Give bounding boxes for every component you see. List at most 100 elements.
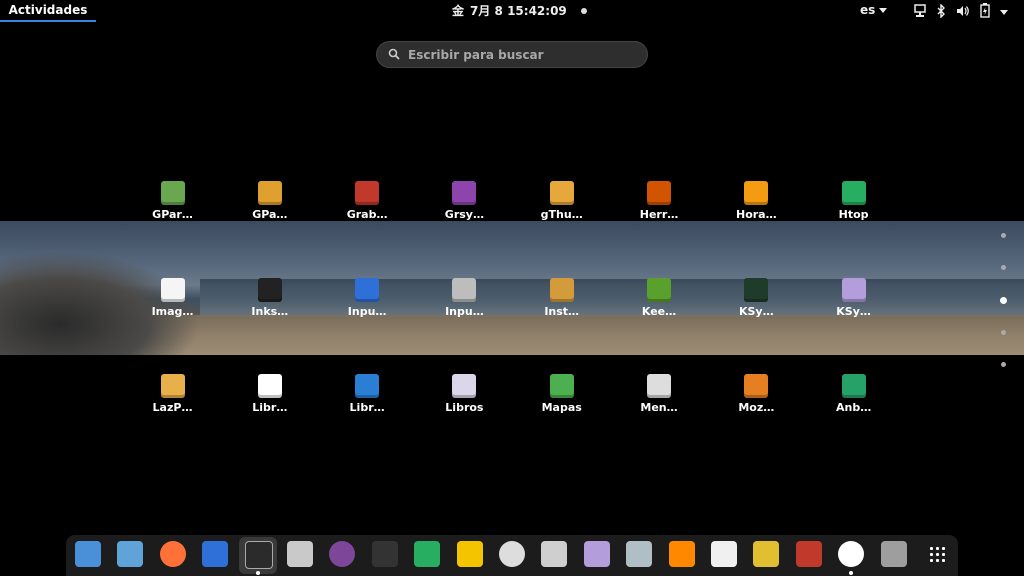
activities-button[interactable]: Actividades <box>0 0 96 22</box>
recorder-icon <box>355 181 380 205</box>
app-grid-item[interactable]: Grsy… <box>416 176 513 230</box>
app-grid-item[interactable]: Hora… <box>708 176 805 230</box>
stamp-tool-icon[interactable] <box>626 541 653 567</box>
app-grid-item[interactable]: Htop <box>805 176 902 230</box>
thunderbird-icon[interactable] <box>202 541 229 567</box>
inkscape-icon <box>257 277 282 302</box>
app-grid-item[interactable]: KSy… <box>805 273 902 327</box>
app-label: gThu… <box>540 208 583 221</box>
bluetooth-icon <box>936 3 946 22</box>
ksysguard-icon <box>744 277 769 302</box>
app-grid-item[interactable]: Anb… <box>805 369 902 423</box>
image-viewer-icon[interactable] <box>287 541 313 567</box>
app-label: Inst… <box>544 304 580 318</box>
page-dot[interactable] <box>1001 233 1006 238</box>
app-label: KSy… <box>836 304 871 318</box>
android-icon <box>841 374 866 398</box>
ksystemlog-icon[interactable] <box>583 541 610 567</box>
package-manager-icon[interactable] <box>795 541 822 567</box>
running-indicator <box>255 571 260 575</box>
software-store-icon[interactable] <box>75 541 101 567</box>
app-label: Moz… <box>738 401 775 414</box>
menu-editor-icon <box>647 374 671 398</box>
app-grid-item[interactable]: Inks… <box>221 273 318 327</box>
app-grid-item[interactable]: Herr… <box>611 176 708 230</box>
app-label: Libr… <box>349 401 385 414</box>
clock-day: 金 <box>452 3 465 18</box>
volume-icon <box>956 3 970 22</box>
vlc-icon[interactable] <box>668 541 695 567</box>
trash-icon[interactable] <box>880 541 907 567</box>
app-grid-item[interactable]: GPa… <box>221 176 318 230</box>
app-label: LazP… <box>152 401 193 414</box>
system-monitor-icon[interactable] <box>371 541 398 567</box>
grid-dot <box>942 547 945 550</box>
clock-app-icon <box>744 181 769 205</box>
app-grid-item[interactable]: Libr… <box>221 369 318 423</box>
language-menu[interactable]: es <box>860 0 888 21</box>
app-grid-item[interactable]: Inpu… <box>416 273 513 327</box>
grid-dot <box>930 559 933 562</box>
app-label: Kee… <box>641 304 677 318</box>
app-grid-item[interactable]: Imag… <box>124 273 221 327</box>
system-menu[interactable] <box>914 3 1008 22</box>
text-editor-icon[interactable] <box>456 541 483 567</box>
gthumb-icon <box>549 181 574 205</box>
app-label: GPa… <box>252 208 288 221</box>
app-label: KSy… <box>738 304 774 318</box>
app-grid-item[interactable]: Men… <box>611 369 708 423</box>
app-grid-item[interactable]: LazP… <box>124 369 221 423</box>
app-label: Anb… <box>835 401 872 414</box>
app-grid-item[interactable]: Libros <box>416 369 513 423</box>
notification-dot <box>580 8 587 14</box>
cleaner-icon[interactable] <box>753 541 780 567</box>
image-viewer-icon <box>160 277 185 302</box>
htop-icon <box>841 181 866 205</box>
htop-icon[interactable] <box>414 541 441 567</box>
app-label: Imag… <box>151 304 194 318</box>
page-dot[interactable] <box>1000 296 1007 304</box>
grid-dot <box>930 547 933 550</box>
app-label: Inks… <box>251 304 289 318</box>
tor-browser-icon[interactable] <box>329 541 356 567</box>
network-icon <box>914 3 926 22</box>
clock-button[interactable]: 金 7月 8 15:42:09 <box>452 0 587 22</box>
libreoffice-icon <box>257 374 282 398</box>
page-dot[interactable] <box>1001 329 1006 335</box>
toggle-app-icon[interactable] <box>711 541 737 567</box>
settings-gear-icon[interactable] <box>499 541 525 567</box>
app-label: GPar… <box>152 208 193 221</box>
firefox-icon[interactable] <box>159 541 186 567</box>
screenshot-app-icon[interactable] <box>117 541 144 567</box>
maps-icon <box>549 374 574 398</box>
app-grid-item[interactable]: Mapas <box>513 369 610 423</box>
circle-app-icon[interactable] <box>838 541 865 567</box>
app-label: Htop <box>838 208 869 221</box>
app-label: Mapas <box>541 401 582 414</box>
input-remapper-icon <box>355 277 380 302</box>
app-grid-item[interactable]: Grab… <box>319 176 416 230</box>
mozc-icon <box>744 374 769 398</box>
app-grid-item[interactable]: Kee… <box>611 273 708 327</box>
show-applications-button[interactable] <box>924 541 950 567</box>
grid-dot <box>936 547 939 550</box>
running-indicator <box>849 571 854 575</box>
clock-text: 7月 8 15:42:09 <box>470 3 567 18</box>
terminal-icon[interactable] <box>244 541 273 569</box>
app-grid-item[interactable]: Inpu… <box>319 273 416 327</box>
app-grid-item[interactable]: gThu… <box>513 176 610 230</box>
page-dot[interactable] <box>1001 362 1006 368</box>
search-bar[interactable] <box>376 41 648 68</box>
app-grid-item[interactable]: KSy… <box>708 273 805 327</box>
app-grid-item[interactable]: Inst… <box>513 273 610 327</box>
keepassxc-icon <box>647 277 671 302</box>
ksystemlog-icon <box>841 277 866 302</box>
books-icon <box>452 374 477 398</box>
app-grid-item[interactable]: Moz… <box>708 369 805 423</box>
search-input[interactable] <box>406 46 630 63</box>
file-cabinet-icon[interactable] <box>541 541 568 567</box>
app-grid-item[interactable]: Libr… <box>319 369 416 423</box>
app-grid-item[interactable]: GPar… <box>124 176 221 230</box>
chevron-down-icon <box>879 8 888 13</box>
chevron-down-icon <box>1000 10 1008 15</box>
